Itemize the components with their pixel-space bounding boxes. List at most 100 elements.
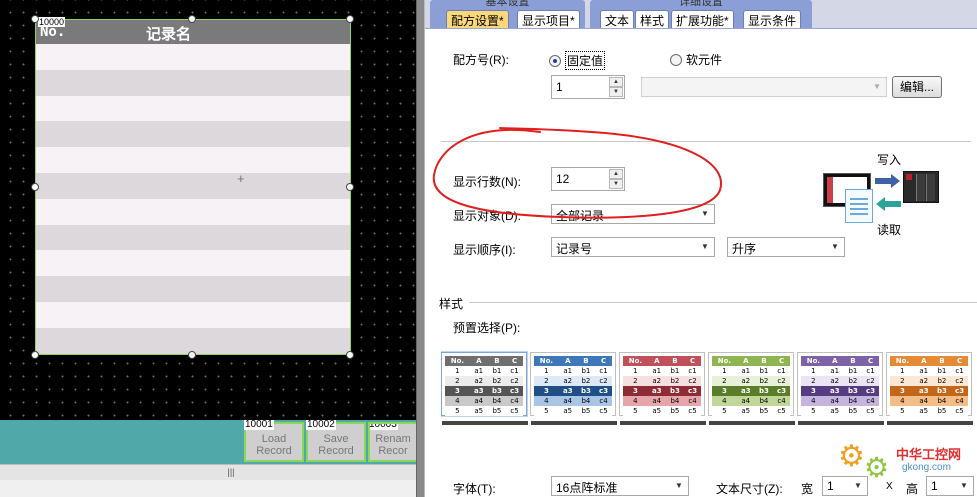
swatch-cell: b4	[665, 396, 685, 406]
preset-swatch[interactable]: No. A B C 1 a1 b1 c1 2 a2 b2 c2 3 a3 b3 c3 4 a4 b4 c4 5 a5 b5 c…	[886, 352, 973, 425]
swatch-header-cell: B	[932, 356, 952, 366]
swatch-cell: c2	[773, 376, 790, 386]
swatch-cell: a5	[825, 406, 844, 416]
swatch-cell: 4	[712, 396, 737, 406]
recipe-number-spinner[interactable]: 1 ▲ ▼	[551, 75, 625, 99]
swatch-cell: c1	[684, 366, 701, 376]
preset-swatch[interactable]: No. A B C 1 a1 b1 c1 2 a2 b2 c2 3 a3 b3 c3 4 a4 b4 c4 5 a5 b5 c…	[530, 352, 617, 425]
rename-record-button[interactable]: 10003 Renam Recor	[368, 422, 418, 462]
swatch-cell: b3	[576, 386, 596, 396]
swatch-cell: b1	[665, 366, 685, 376]
chevron-down-icon: ▼	[701, 209, 709, 218]
radio-device[interactable]: 软元件	[670, 51, 722, 68]
swatch-cell: a2	[825, 376, 844, 386]
swatch-cell: a3	[647, 386, 666, 396]
recipe-number-label: 配方号(R):	[453, 53, 509, 67]
preset-swatch[interactable]: No. A B C 1 a1 b1 c1 2 a2 b2 c2 3 a3 b3 c3 4 a4 b4 c4 5 a5 b5 c…	[441, 351, 528, 425]
preset-swatch[interactable]: No. A B C 1 a1 b1 c1 2 a2 b2 c2 3 a3 b3 c3 4 a4 b4 c4 5 a5 b5 c…	[708, 352, 795, 425]
swatch-header-cell: B	[576, 356, 596, 366]
swatch-cell: a4	[736, 396, 755, 406]
tab-group-label: 基本设置	[485, 0, 530, 8]
tab-extended-functions[interactable]: 扩展功能*	[671, 10, 734, 28]
display-target-select[interactable]: 全部记录 ▼	[551, 204, 715, 224]
swatch-cell: 1	[801, 366, 826, 376]
resize-handle-s[interactable]	[188, 351, 196, 359]
save-record-button[interactable]: 10002 Save Record	[306, 420, 366, 462]
swatch-cell: b3	[487, 386, 507, 396]
table-body	[36, 44, 350, 354]
font-select[interactable]: 16点阵标准 ▼	[551, 476, 689, 496]
swatch-cell: 1	[623, 366, 648, 376]
edit-button[interactable]: 编辑...	[892, 76, 942, 98]
resize-handle-ne[interactable]	[346, 15, 354, 23]
canvas-footer	[0, 480, 416, 497]
display-order-select[interactable]: 记录号 ▼	[551, 237, 715, 257]
resize-handle-se[interactable]	[346, 351, 354, 359]
select-value: 16点阵标准	[556, 481, 618, 495]
table-row	[36, 147, 350, 173]
swatch-header-cell: No.	[623, 356, 648, 366]
resize-handle-n[interactable]	[188, 15, 196, 23]
table-row	[36, 69, 350, 96]
preset-swatch[interactable]: No. A B C 1 a1 b1 c1 2 a2 b2 c2 3 a3 b3 c3 4 a4 b4 c4 5 a5 b5 c…	[619, 352, 706, 425]
swatch-cell: b2	[665, 376, 685, 386]
swatch-header-cell: C	[506, 356, 523, 366]
swatch-cell: 4	[534, 396, 559, 406]
resize-handle-w[interactable]	[31, 183, 39, 191]
swatch-cell: b2	[487, 376, 507, 386]
radio-label: 固定值	[565, 51, 606, 70]
horizontal-scrollbar[interactable]: |||	[0, 464, 416, 480]
swatch-cell: c2	[506, 376, 523, 386]
swatch-cell: 5	[890, 406, 915, 416]
recipe-display-table[interactable]: No. 记录名 10000	[35, 17, 351, 355]
spin-up-icon[interactable]: ▲	[609, 169, 623, 179]
scrollbar-grip-icon[interactable]: |||	[222, 467, 240, 478]
preset-swatch[interactable]: No. A B C 1 a1 b1 c1 2 a2 b2 c2 3 a3 b3 c3 4 a4 b4 c4 5 a5 b5 c…	[797, 352, 884, 425]
tab-recipe-settings[interactable]: 配方设置*	[446, 10, 509, 28]
swatch-cell: b1	[487, 366, 507, 376]
swatch-cell: b2	[843, 376, 863, 386]
load-record-button[interactable]: 10001 Load Record	[244, 420, 304, 462]
swatch-header-cell: A	[558, 356, 577, 366]
swatch-cell: 5	[534, 406, 559, 416]
radio-fixed-value[interactable]: 固定值	[549, 51, 606, 70]
device-select: ▼	[641, 77, 887, 97]
swatch-cell: b5	[843, 406, 863, 416]
tab-style[interactable]: 样式	[635, 10, 670, 28]
spin-down-icon[interactable]: ▼	[609, 179, 623, 189]
preset-select-label: 预置选择(P):	[453, 321, 521, 335]
tab-display-condition[interactable]: 显示条件	[743, 10, 802, 28]
spin-up-icon[interactable]: ▲	[609, 77, 623, 87]
swatch-cell: c4	[506, 396, 523, 406]
pane-splitter[interactable]	[416, 0, 425, 497]
display-rows-spinner[interactable]: 12 ▲ ▼	[551, 167, 625, 191]
resize-handle-sw[interactable]	[31, 351, 39, 359]
swatch-cell: a1	[736, 366, 755, 376]
swatch-cell: 4	[623, 396, 648, 406]
swatch-header-cell: No.	[890, 356, 915, 366]
document-icon	[845, 189, 873, 223]
resize-handle-nw[interactable]	[31, 15, 39, 23]
gear-icon: ⚙	[864, 452, 890, 483]
design-canvas[interactable]: No. 记录名 10000 +	[0, 0, 416, 420]
gear-icon: ⚙	[838, 440, 865, 473]
swatch-cell: 4	[801, 396, 826, 406]
next-swatch-row	[442, 421, 528, 425]
swatch-cell: 2	[534, 376, 559, 386]
swatch-cell: 5	[801, 406, 826, 416]
tab-text[interactable]: 文本	[600, 10, 635, 28]
select-value: 全部记录	[556, 209, 605, 223]
tab-display-items[interactable]: 显示项目*	[517, 10, 580, 28]
swatch-cell: b5	[754, 406, 774, 416]
swatch-cell: a1	[558, 366, 577, 376]
table-row	[36, 327, 350, 354]
table-row	[36, 276, 350, 302]
swatch-cell: 1	[890, 366, 915, 376]
select-value: 1	[827, 479, 834, 493]
swatch-cell: c4	[862, 396, 879, 406]
resize-handle-e[interactable]	[346, 183, 354, 191]
swatch-cell: a5	[914, 406, 933, 416]
spin-down-icon[interactable]: ▼	[609, 87, 623, 97]
radio-label: 软元件	[686, 53, 723, 67]
swatch-cell: 5	[445, 406, 470, 416]
